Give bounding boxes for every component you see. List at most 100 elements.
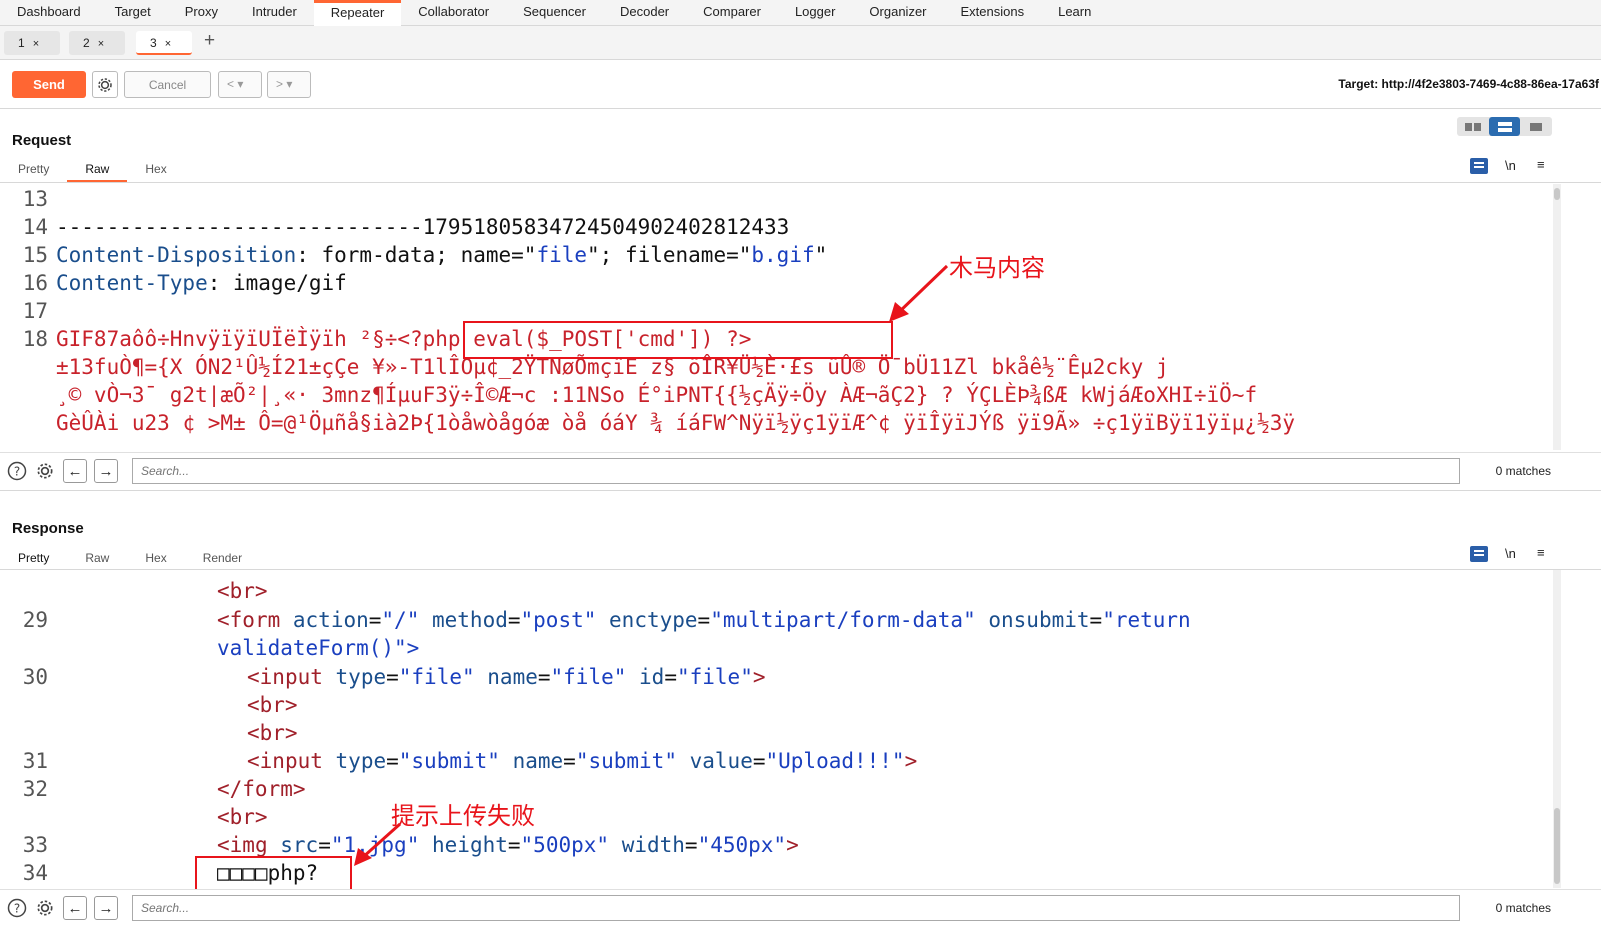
menu-icon[interactable]: ≡ <box>1537 157 1545 172</box>
match-count: 0 matches <box>1495 464 1551 478</box>
next-match-button[interactable]: → <box>94 896 118 920</box>
scroll-thumb[interactable] <box>1554 808 1560 884</box>
help-icon[interactable]: ? <box>6 897 28 919</box>
send-button[interactable]: Send <box>12 71 86 98</box>
nav-target[interactable]: Target <box>98 0 168 26</box>
code-text: <form action="/" method="post" enctype="… <box>217 608 1191 632</box>
previous-match-button[interactable]: ← <box>63 896 87 920</box>
code-fragment: : form-data; name=" <box>296 243 537 267</box>
line-number: 32 <box>22 777 48 801</box>
nav-organizer[interactable]: Organizer <box>852 0 943 26</box>
arrow-left-icon: ← <box>67 899 83 917</box>
gear-icon <box>98 77 112 92</box>
close-icon[interactable]: × <box>165 38 171 50</box>
attr-name: type <box>335 749 387 773</box>
nav-collaborator[interactable]: Collaborator <box>401 0 506 26</box>
tab-raw[interactable]: Raw <box>67 158 128 182</box>
layout-side-by-side-icon[interactable] <box>1457 117 1489 136</box>
previous-match-button[interactable]: ← <box>63 459 87 483</box>
html-tag: img <box>229 833 268 857</box>
add-tab-button[interactable]: + <box>204 30 215 52</box>
tab-hex[interactable]: Hex <box>127 547 184 571</box>
gear-icon[interactable] <box>34 460 56 482</box>
response-editor[interactable]: <br> 29 <form action="/" method="post" en… <box>0 570 1551 888</box>
menu-icon[interactable]: ≡ <box>1537 545 1545 560</box>
attr-name: id <box>639 665 665 689</box>
nav-extensions[interactable]: Extensions <box>944 0 1042 26</box>
attr-value: "500px" <box>520 833 610 857</box>
forward-icon: > <box>276 77 284 91</box>
newline-toggle-icon[interactable]: \n <box>1505 546 1516 561</box>
nav-repeater[interactable]: Repeater <box>313 0 402 26</box>
attr-name: enctype <box>609 608 698 632</box>
tab-1[interactable]: 1 × <box>4 31 60 55</box>
svg-text:?: ? <box>14 902 20 916</box>
divider <box>0 182 1601 183</box>
tab-2[interactable]: 2 × <box>69 31 125 55</box>
line-number: 16 <box>22 271 48 295</box>
header-value: b.gif <box>751 243 815 267</box>
response-scrollbar[interactable] <box>1553 570 1561 888</box>
request-search-bar: ? ← → 0 matches <box>0 452 1601 488</box>
gear-icon[interactable] <box>34 897 56 919</box>
nav-dashboard[interactable]: Dashboard <box>0 0 98 26</box>
nav-learn[interactable]: Learn <box>1041 0 1108 26</box>
tab-3[interactable]: 3 × <box>136 31 192 55</box>
layout-single-icon[interactable] <box>1520 117 1552 136</box>
tab-render[interactable]: Render <box>185 547 260 571</box>
forward-history-button[interactable]: > ▾ <box>267 71 311 98</box>
target-label[interactable]: Target: http://4f2e3803-7469-4c88-86ea-1… <box>1338 77 1599 91</box>
arrow-right-icon: → <box>98 899 114 917</box>
tab-pretty[interactable]: Pretty <box>0 547 68 571</box>
nav-logger[interactable]: Logger <box>778 0 852 26</box>
payload-highlight-box <box>463 321 893 359</box>
next-match-button[interactable]: → <box>94 459 118 483</box>
cancel-button[interactable]: Cancel <box>124 71 211 98</box>
divider <box>0 490 1601 491</box>
response-view-tabs: Pretty Raw Hex Render <box>0 547 260 571</box>
html-tag: input <box>259 665 323 689</box>
boundary-text: -----------------------------17951805834… <box>56 215 790 239</box>
request-view-tabs: Pretty Raw Hex <box>0 158 185 182</box>
close-icon[interactable]: × <box>33 38 39 50</box>
code-text: <img src="1.jpg" height="500px" width="4… <box>217 833 799 857</box>
tab-label: 1 <box>18 36 25 50</box>
tab-pretty[interactable]: Pretty <box>0 158 67 182</box>
request-editor[interactable]: 13 14 -----------------------------179518… <box>0 184 1551 450</box>
annotation-trojan-label: 木马内容 <box>949 254 1045 282</box>
arrow-icon <box>889 264 949 322</box>
settings-button[interactable] <box>92 71 118 98</box>
attr-name: src <box>280 833 319 857</box>
nav-decoder[interactable]: Decoder <box>603 0 686 26</box>
nav-proxy[interactable]: Proxy <box>168 0 235 26</box>
back-history-button[interactable]: < ▾ <box>218 71 262 98</box>
nav-sequencer[interactable]: Sequencer <box>506 0 603 26</box>
nav-comparer[interactable]: Comparer <box>686 0 778 26</box>
request-scrollbar[interactable] <box>1553 184 1561 450</box>
arrow-left-icon: ← <box>67 462 83 480</box>
attr-value: "submit" <box>398 749 500 773</box>
line-number: 18 <box>22 327 48 351</box>
nav-intruder[interactable]: Intruder <box>235 0 314 26</box>
message-editor-icon[interactable] <box>1470 546 1488 562</box>
layout-stacked-icon[interactable] <box>1488 117 1521 136</box>
tab-hex[interactable]: Hex <box>127 158 184 182</box>
back-icon: < <box>227 77 235 91</box>
response-search-bar: ? ← → 0 matches <box>0 889 1601 925</box>
message-editor-icon[interactable] <box>1470 158 1488 174</box>
search-input[interactable] <box>132 458 1460 484</box>
attr-name: method <box>432 608 508 632</box>
line-number: 34 <box>22 861 48 885</box>
tab-raw[interactable]: Raw <box>67 547 127 571</box>
attr-value: validateForm()"> <box>217 636 420 660</box>
attr-value: "file" <box>398 665 475 689</box>
attr-value: "submit" <box>575 749 677 773</box>
search-input[interactable] <box>132 895 1460 921</box>
close-icon[interactable]: × <box>98 38 104 50</box>
attr-value: "return <box>1102 608 1191 632</box>
scroll-thumb[interactable] <box>1554 188 1560 200</box>
arrow-right-icon: → <box>98 462 114 480</box>
newline-toggle-icon[interactable]: \n <box>1505 158 1516 173</box>
line-number: 13 <box>22 187 48 211</box>
help-icon[interactable]: ? <box>6 460 28 482</box>
